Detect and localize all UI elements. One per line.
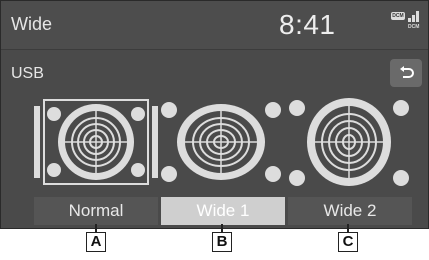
wide1-mode-button[interactable]: Wide 1 (161, 197, 285, 225)
callout-b: B (212, 232, 232, 252)
normal-mode-button[interactable]: Normal (34, 197, 158, 225)
back-arrow-icon (400, 66, 414, 78)
callout-line-b (221, 224, 223, 232)
callout-a: A (86, 232, 106, 252)
back-button[interactable] (390, 59, 422, 87)
screen-title: Wide (11, 14, 53, 34)
source-label: USB (11, 65, 44, 82)
dcm-badge: DCM (391, 12, 405, 20)
dcm-label: DCM (408, 24, 420, 30)
normal-preview-image (34, 99, 158, 185)
clock: 8:41 (279, 9, 336, 40)
wide2-preview-image (289, 98, 409, 186)
wide1-preview-image (161, 102, 281, 182)
callout-line-a (95, 224, 97, 232)
wide2-mode-button[interactable]: Wide 2 (288, 197, 412, 225)
display-screen: Wide 8:41 DCM DCM USB Normal Wide 1 Wide… (0, 0, 429, 229)
callout-c: C (338, 232, 358, 252)
callout-line-c (347, 224, 349, 232)
signal-icon (408, 11, 420, 22)
status-icons: DCM DCM (391, 10, 423, 36)
title-bar: Wide 8:41 DCM DCM (1, 1, 428, 50)
